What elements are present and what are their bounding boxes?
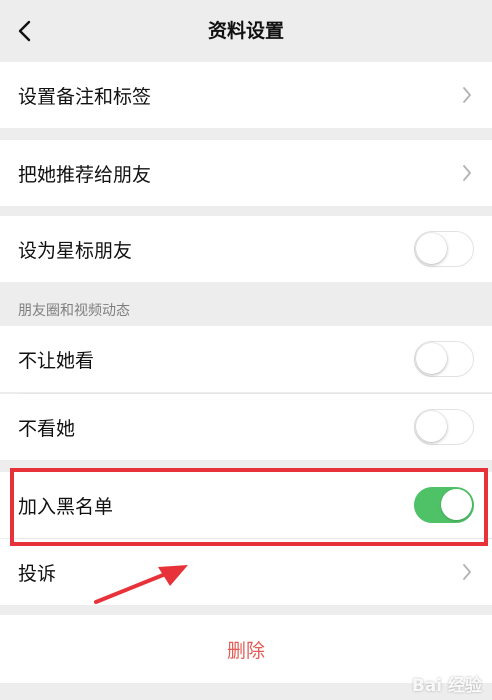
report-label: 投诉 (18, 562, 57, 585)
star-friend-item: 设为星标朋友 (0, 216, 492, 282)
hide-moments-from-her-item: 不让她看 (0, 326, 492, 392)
page-title: 资料设置 (207, 20, 284, 42)
delete-label: 删除 (226, 639, 265, 662)
toggle-knob (416, 233, 447, 264)
set-remark-tags-label: 设置备注和标签 (18, 85, 152, 108)
blacklist-toggle[interactable] (414, 487, 474, 523)
recommend-to-friend-label: 把她推荐给朋友 (18, 163, 152, 186)
chevron-right-icon (460, 562, 474, 582)
hide-her-moments-label: 不看她 (18, 417, 76, 440)
set-remark-tags-item[interactable]: 设置备注和标签 (0, 62, 492, 128)
chevron-right-icon (460, 85, 474, 105)
hide-moments-from-her-label: 不让她看 (18, 349, 95, 372)
blacklist-label: 加入黑名单 (18, 495, 114, 518)
watermark: Bai 经验 (411, 676, 482, 696)
moments-section-title: 朋友圈和视频动态 (18, 303, 130, 319)
chevron-right-icon (460, 163, 474, 183)
nav-bar: 资料设置 (0, 0, 492, 62)
blacklist-item: 加入黑名单 (0, 472, 492, 538)
toggle-knob (416, 411, 447, 442)
hide-her-moments-toggle[interactable] (414, 409, 474, 445)
recommend-to-friend-item[interactable]: 把她推荐给朋友 (0, 140, 492, 206)
hide-her-moments-item: 不看她 (0, 394, 492, 460)
star-friend-toggle[interactable] (414, 231, 474, 267)
toggle-knob (441, 489, 472, 520)
hide-moments-from-her-toggle[interactable] (414, 341, 474, 377)
back-button[interactable] (8, 14, 42, 48)
star-friend-label: 设为星标朋友 (18, 239, 133, 262)
toggle-knob (416, 343, 447, 374)
report-item[interactable]: 投诉 (0, 539, 492, 605)
chevron-left-icon (18, 20, 31, 42)
